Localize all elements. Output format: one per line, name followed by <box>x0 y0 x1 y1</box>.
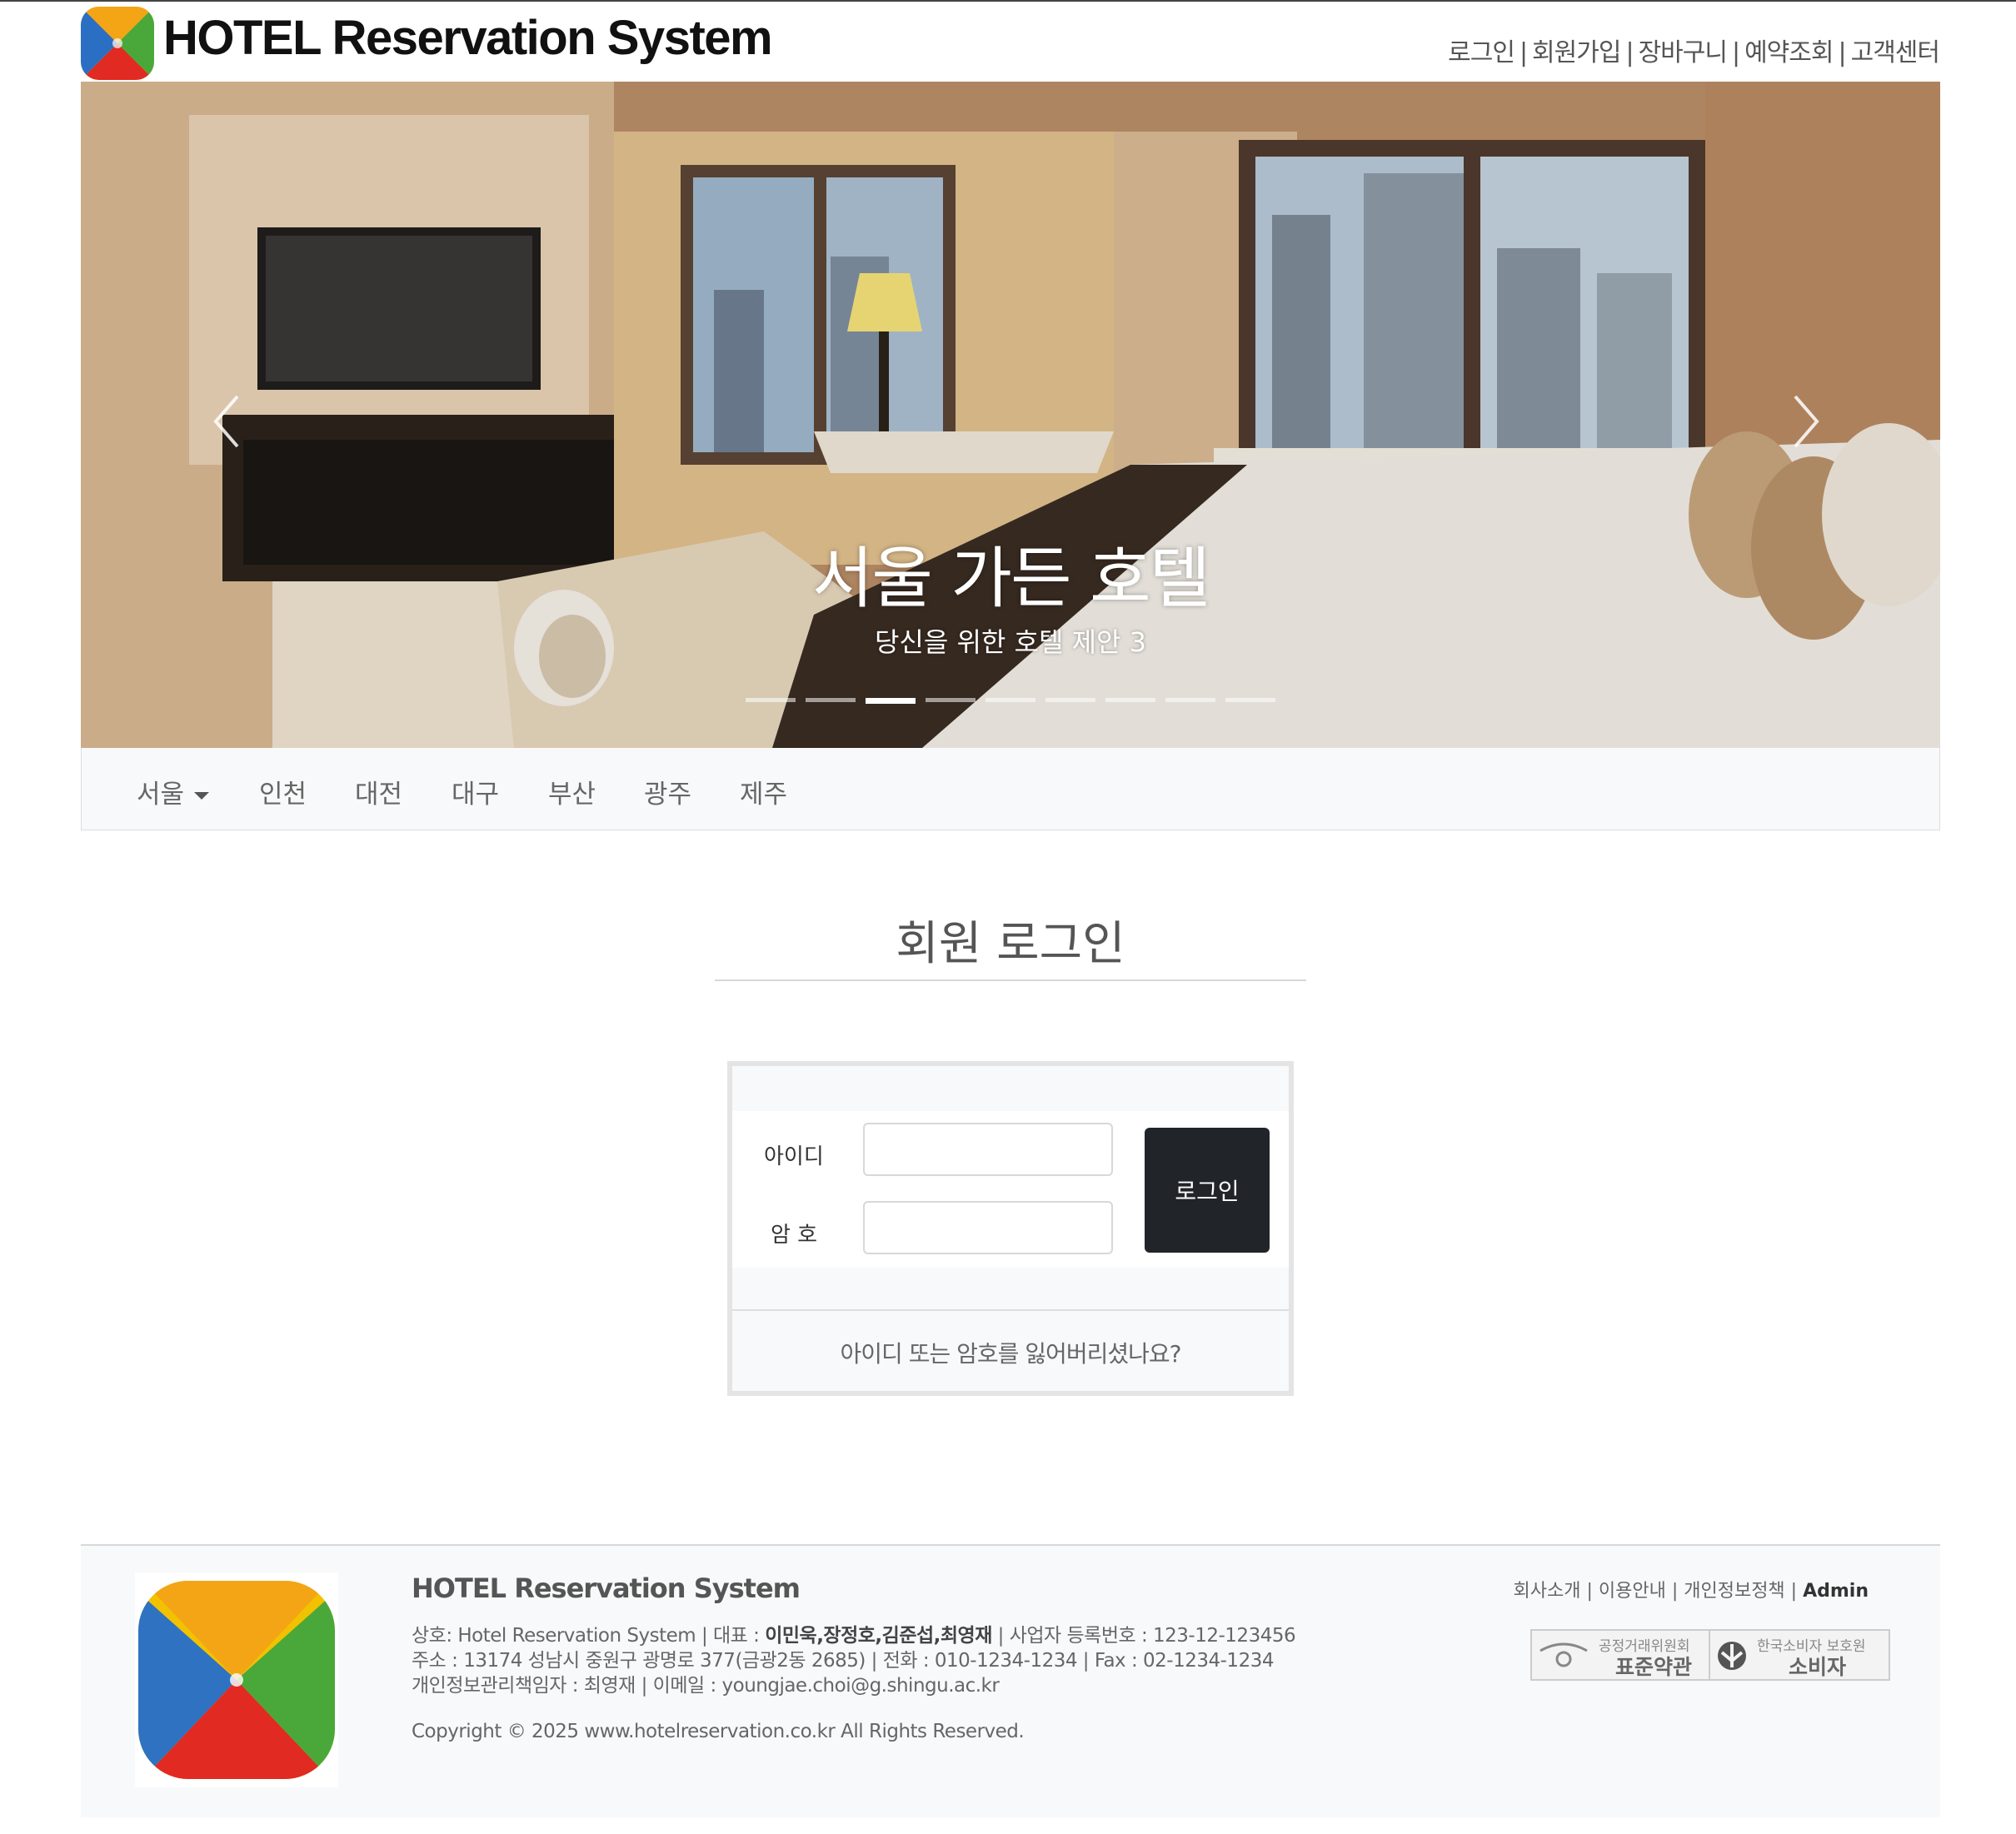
nav-item-gwangju[interactable]: 광주 <box>644 773 691 810</box>
carousel-caption-subtitle: 당신을 위한 호텔 제안 3 <box>874 626 1146 658</box>
top-border <box>0 0 2016 2</box>
footer-links: 회사소개 | 이용안내 | 개인정보정책 | Admin <box>1513 1581 1869 1602</box>
ftc-badge[interactable]: 공정거래위원회 표준약관 <box>1532 1631 1710 1679</box>
kca-badge[interactable]: 한국소비자 보호원 소비자 <box>1710 1631 1889 1679</box>
nav-item-incheon[interactable]: 인천 <box>259 773 307 810</box>
login-form: 아이디 암 호 로그인 아이디 또는 암호를 잃어버리셨나요? <box>727 1061 1294 1396</box>
top-links: 로그인 | 회원가입 | 장바구니 | 예약조회 | 고객센터 <box>1448 38 1940 67</box>
carousel-prev-icon[interactable] <box>207 388 249 455</box>
footer-link-about[interactable]: 회사소개 <box>1513 1581 1580 1602</box>
footer-logo-icon <box>135 1572 338 1787</box>
carousel-indicator-active[interactable] <box>866 698 916 704</box>
footer: HOTEL Reservation System 상호: Hotel Reser… <box>81 1544 1940 1817</box>
nav-item-jeju[interactable]: 제주 <box>740 773 787 810</box>
carousel-indicator[interactable] <box>806 698 856 702</box>
brand-title[interactable]: HOTEL Reservation System <box>163 10 773 67</box>
nav-item-daegu[interactable]: 대구 <box>452 773 499 810</box>
consumer-agency-icon <box>1718 1642 1746 1670</box>
footer-title: HOTEL Reservation System <box>412 1572 801 1604</box>
caret-down-icon <box>194 792 210 800</box>
carousel-indicators <box>746 698 1279 704</box>
title-divider <box>715 979 1306 981</box>
footer-company-line: 상호: Hotel Reservation System | 대표 : 이민욱,… <box>412 1625 1296 1647</box>
carousel-indicator[interactable] <box>1105 698 1155 702</box>
carousel-indicator[interactable] <box>746 698 796 702</box>
carousel-indicator[interactable] <box>1225 698 1275 702</box>
form-divider <box>732 1309 1289 1311</box>
customer-center-link[interactable]: 고객센터 <box>1851 38 1940 67</box>
eye-icon <box>1539 1642 1588 1667</box>
password-label: 암 호 <box>771 1223 818 1248</box>
nav-item-busan[interactable]: 부산 <box>548 773 596 810</box>
login-page-title: 회원 로그인 <box>896 917 1125 971</box>
carousel-indicator[interactable] <box>926 698 976 702</box>
footer-link-guide[interactable]: 이용안내 <box>1599 1581 1666 1602</box>
forgot-credentials-link[interactable]: 아이디 또는 암호를 잃어버리셨나요? <box>732 1336 1289 1369</box>
footer-link-admin[interactable]: Admin <box>1803 1581 1869 1602</box>
nav-item-daejeon[interactable]: 대전 <box>355 773 402 810</box>
footer-copyright: Copyright © 2025 www.hotelreservation.co… <box>412 1721 1025 1742</box>
login-link[interactable]: 로그인 <box>1448 38 1515 67</box>
cart-link[interactable]: 장바구니 <box>1639 38 1728 67</box>
carousel-next-icon[interactable] <box>1784 388 1825 455</box>
footer-link-privacy[interactable]: 개인정보정책 <box>1684 1581 1784 1602</box>
brand-logo-icon[interactable] <box>81 7 154 80</box>
footer-badges: 공정거래위원회 표준약관 한국소비자 보호원 소비자 <box>1530 1629 1890 1681</box>
carousel-indicator[interactable] <box>986 698 1035 702</box>
carousel-indicator[interactable] <box>1165 698 1215 702</box>
id-input[interactable] <box>863 1123 1113 1176</box>
nav-item-seoul-dropdown[interactable]: 서울 <box>137 773 210 810</box>
reservation-lookup-link[interactable]: 예약조회 <box>1744 38 1834 67</box>
footer-address-line: 주소 : 13174 성남시 중원구 광명로 377(금광2동 2685) | … <box>412 1650 1274 1672</box>
signup-link[interactable]: 회원가입 <box>1532 38 1621 67</box>
region-navbar: 서울 인천 대전 대구 부산 광주 제주 <box>81 748 1940 830</box>
id-label: 아이디 <box>764 1144 824 1169</box>
carousel-caption-title: 서울 가든 호텔 <box>811 540 1210 617</box>
carousel-indicator[interactable] <box>1045 698 1095 702</box>
login-button[interactable]: 로그인 <box>1145 1128 1270 1253</box>
hero-carousel: 서울 가든 호텔 당신을 위한 호텔 제안 3 <box>81 82 1940 748</box>
password-input[interactable] <box>863 1201 1113 1254</box>
footer-privacy-line: 개인정보관리책임자 : 최영재 | 이메일 : youngjae.choi@g.… <box>412 1675 1000 1697</box>
